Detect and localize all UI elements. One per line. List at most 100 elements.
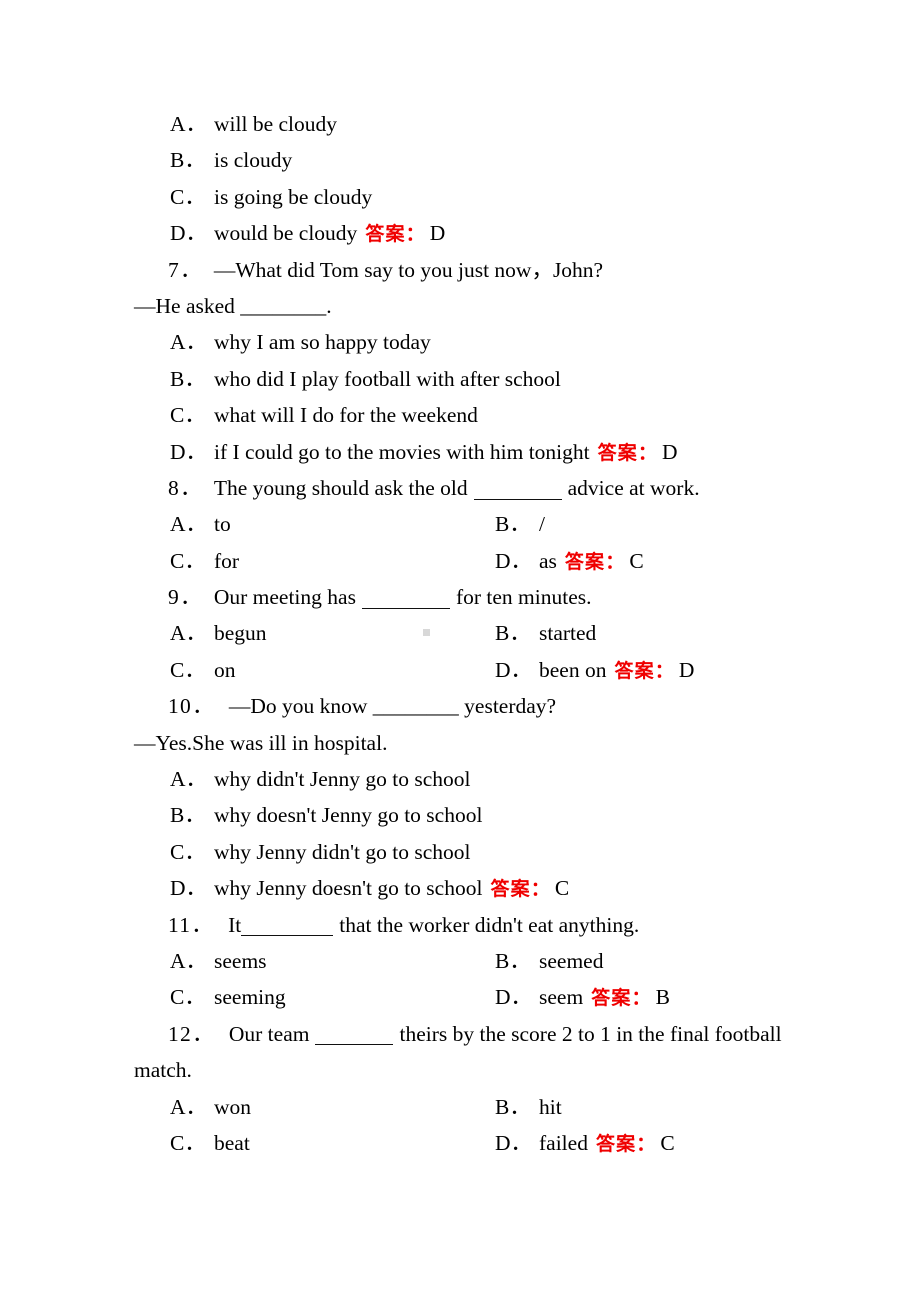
option-label: C． bbox=[170, 657, 206, 682]
answer-label: 答案： bbox=[365, 223, 426, 246]
option-label: D． bbox=[170, 221, 208, 246]
option-label: B． bbox=[170, 803, 206, 828]
option-right: B． / bbox=[495, 506, 545, 542]
question-number: 10． bbox=[168, 694, 215, 719]
option-label: C． bbox=[170, 548, 206, 573]
answer-value: B bbox=[655, 985, 670, 1010]
option-row: C． is going be cloudy bbox=[134, 179, 790, 215]
option-label: A． bbox=[170, 112, 208, 136]
option-label: D． bbox=[495, 985, 533, 1010]
option-label: C． bbox=[170, 839, 206, 864]
question-stem: 10． —Do you know ________ yesterday? bbox=[134, 688, 790, 724]
option-text: why doesn't Jenny go to school bbox=[214, 803, 483, 828]
option-label: A． bbox=[170, 1094, 208, 1119]
option-label: B． bbox=[495, 621, 531, 646]
question-number: 7． bbox=[168, 257, 203, 282]
question-stem-text: advice at work. bbox=[567, 475, 700, 500]
option-right: B． seemed bbox=[495, 943, 603, 979]
option-text: hit bbox=[539, 1094, 562, 1119]
question-stem-continuation: —Yes.She was ill in hospital. bbox=[134, 725, 790, 761]
option-text: to bbox=[214, 512, 231, 537]
option-text: what will I do for the weekend bbox=[214, 403, 478, 428]
option-text: why Jenny didn't go to school bbox=[214, 839, 471, 864]
option-label: A． bbox=[170, 948, 208, 973]
option-text: is cloudy bbox=[214, 148, 293, 173]
question-stem-text: Our team bbox=[228, 1021, 310, 1046]
option-text: / bbox=[539, 512, 545, 537]
question-number: 11． bbox=[168, 912, 215, 937]
option-row-pair: A． seems B． seemed bbox=[134, 943, 790, 979]
option-right: B． started bbox=[495, 615, 596, 651]
option-label: C． bbox=[170, 403, 206, 428]
question-stem-text: —He asked ________. bbox=[134, 293, 332, 318]
option-label: A． bbox=[170, 767, 208, 792]
option-text: if I could go to the movies with him ton… bbox=[214, 439, 590, 464]
question-number: 8． bbox=[168, 475, 203, 500]
option-label: D． bbox=[495, 1130, 533, 1155]
option-label: C． bbox=[170, 184, 206, 209]
question-stem-continuation: —He asked ________. bbox=[134, 288, 790, 324]
option-label: C． bbox=[170, 985, 206, 1010]
option-label: B． bbox=[495, 1094, 531, 1119]
option-label: D． bbox=[170, 439, 208, 464]
answer-value: C bbox=[629, 548, 644, 573]
option-label: B． bbox=[170, 148, 206, 173]
question-stem: 7． —What did Tom say to you just now，John… bbox=[134, 252, 790, 288]
option-row: C． why Jenny didn't go to school bbox=[134, 834, 790, 870]
worksheet-page: A． will be cloudy B． is cloudy C． is going … bbox=[0, 0, 920, 1302]
question-stem-text: —Do you know ________ yesterday? bbox=[228, 694, 557, 719]
option-text: seemed bbox=[539, 948, 604, 973]
option-text: would be cloudy bbox=[214, 221, 358, 246]
option-row-pair: C． beat D． failed 答案： C bbox=[134, 1125, 790, 1161]
question-stem-text: match. bbox=[134, 1058, 192, 1083]
question-number: 12． bbox=[168, 1021, 215, 1046]
answer-blank[interactable] bbox=[315, 1024, 394, 1046]
answer-label: 答案： bbox=[595, 1132, 657, 1155]
question-number: 9． bbox=[168, 585, 203, 610]
option-row: B． who did I play football with after sch… bbox=[134, 361, 790, 397]
answer-value: C bbox=[660, 1130, 675, 1155]
option-label: A． bbox=[170, 621, 208, 646]
answer-value: D bbox=[662, 439, 678, 464]
option-row-pair: C． for D． as 答案： C bbox=[134, 543, 790, 579]
question-stem-text: —What did Tom say to you just now，John? bbox=[213, 257, 604, 282]
option-label: B． bbox=[495, 512, 531, 537]
question-stem-text: —Yes.She was ill in hospital. bbox=[134, 730, 388, 755]
answer-label: 答案： bbox=[614, 659, 675, 682]
answer-label: 答案： bbox=[564, 550, 626, 573]
option-text: on bbox=[214, 657, 236, 682]
option-label: D． bbox=[495, 657, 533, 682]
option-text: why didn't Jenny go to school bbox=[214, 767, 471, 792]
answer-blank[interactable] bbox=[241, 915, 334, 937]
answer-blank[interactable] bbox=[361, 587, 450, 609]
option-text: failed bbox=[539, 1130, 588, 1155]
option-text: will be cloudy bbox=[214, 112, 338, 136]
option-row: C． what will I do for the weekend bbox=[134, 397, 790, 433]
option-text: for bbox=[214, 548, 240, 573]
question-stem-text: that the worker didn't eat anything. bbox=[339, 912, 640, 937]
question-stem-text: theirs by the score 2 to 1 in the final … bbox=[399, 1021, 782, 1046]
option-row: D． if I could go to the movies with him t… bbox=[134, 434, 790, 470]
answer-value: D bbox=[678, 657, 695, 682]
option-right: B． hit bbox=[495, 1089, 562, 1125]
option-label: A． bbox=[170, 512, 208, 537]
worksheet-content: A． will be cloudy B． is cloudy C． is going … bbox=[134, 106, 790, 1161]
option-text: begun bbox=[214, 621, 267, 646]
option-row-pair: A． won B． hit bbox=[134, 1089, 790, 1125]
question-stem-text: for ten minutes. bbox=[455, 585, 592, 610]
option-right: D． been on 答案： D bbox=[495, 652, 694, 689]
option-row: D． would be cloudy 答案： D bbox=[134, 215, 790, 251]
answer-blank[interactable] bbox=[473, 478, 562, 500]
option-row: B． is cloudy bbox=[134, 142, 790, 178]
option-text: won bbox=[214, 1094, 252, 1119]
option-text: been on bbox=[539, 657, 607, 682]
option-text: is going be cloudy bbox=[214, 184, 373, 209]
question-stem: 11． It that the worker didn't eat anything… bbox=[134, 907, 790, 943]
question-stem: 12． Our team theirs by the score 2 to 1 in… bbox=[134, 1016, 790, 1052]
answer-label: 答案： bbox=[597, 441, 659, 464]
option-row: A． why didn't Jenny go to school bbox=[134, 761, 790, 797]
answer-value: D bbox=[429, 221, 446, 246]
option-text: why I am so happy today bbox=[214, 330, 431, 355]
option-row: A． why I am so happy today bbox=[134, 324, 790, 360]
option-text: beat bbox=[214, 1130, 250, 1155]
